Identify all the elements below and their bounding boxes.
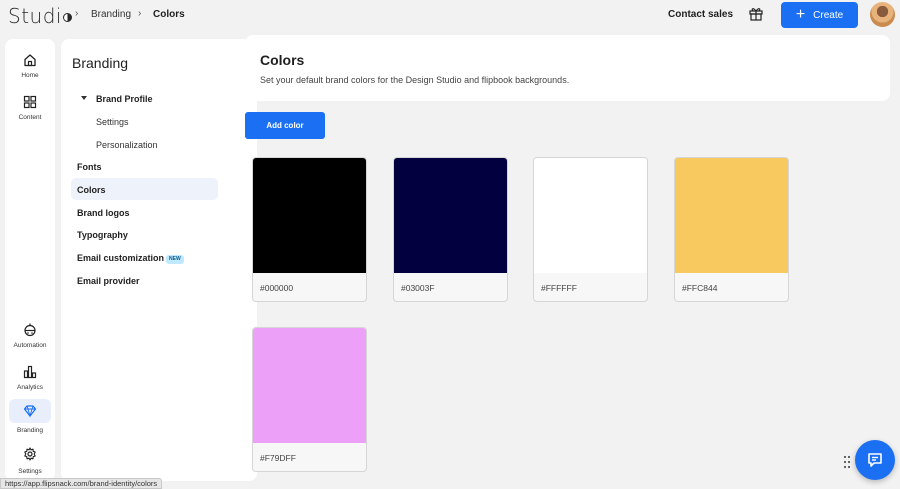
grid-icon <box>23 95 37 109</box>
nav-personalization[interactable]: Personalization <box>96 140 158 150</box>
color-hex-label: #000000 <box>260 283 294 293</box>
nav-brand-profile[interactable]: Brand Profile <box>96 94 153 104</box>
color-swatch-fill <box>253 158 366 273</box>
page-description: Set your default brand colors for the De… <box>260 75 570 85</box>
rail-label: Automation <box>13 342 47 349</box>
color-swatch[interactable]: #FFFFFF <box>533 157 648 302</box>
robot-icon <box>24 323 36 337</box>
rail-item-analytics[interactable]: Analytics <box>5 360 55 391</box>
create-button-label: Create <box>813 9 844 21</box>
nav-fonts[interactable]: Fonts <box>77 162 102 172</box>
status-bar-url: https://app.flipsnack.com/brand-identity… <box>0 478 163 489</box>
logo-mark-icon <box>62 13 72 22</box>
page-title: Colors <box>260 52 305 68</box>
rail-item-automation[interactable]: Automation <box>5 318 55 349</box>
color-hex-label: #03003F <box>401 283 435 293</box>
chat-icon <box>868 453 882 467</box>
color-swatch[interactable]: #03003F <box>393 157 508 302</box>
new-badge: NEW <box>166 255 184 264</box>
rail-item-settings[interactable]: Settings <box>5 442 55 475</box>
branding-subnav: Branding Brand Profile Settings Personal… <box>61 39 257 481</box>
page-header-card: Colors Set your default brand colors for… <box>245 35 890 101</box>
color-swatch-fill <box>534 158 647 273</box>
nav-brand-logos[interactable]: Brand logos <box>77 208 130 218</box>
color-swatch-fill <box>394 158 507 273</box>
color-hex-label: #F79DFF <box>260 453 296 463</box>
nav-colors[interactable]: Colors <box>77 185 106 195</box>
add-color-button[interactable]: Add color <box>245 112 325 139</box>
gift-icon[interactable] <box>749 6 763 21</box>
studio-logo[interactable]: Studi <box>8 4 72 28</box>
diamond-icon <box>23 405 37 418</box>
top-bar: Studi › Branding › Colors Contact sales … <box>0 0 900 30</box>
home-icon <box>24 54 36 67</box>
subnav-title: Branding <box>72 55 129 71</box>
gear-icon <box>24 447 36 461</box>
rail-item-home[interactable]: Home <box>5 48 55 79</box>
color-swatch-fill <box>675 158 788 273</box>
nav-email-customization[interactable]: Email customization <box>77 253 164 263</box>
rail-label: Home <box>21 72 39 79</box>
rail-item-content[interactable]: Content <box>5 90 55 121</box>
breadcrumb-branding[interactable]: Branding <box>91 9 131 20</box>
plus-icon: + <box>795 6 806 23</box>
color-swatch[interactable]: #FFC844 <box>674 157 789 302</box>
nav-typography[interactable]: Typography <box>77 230 128 240</box>
chat-button[interactable] <box>855 440 895 480</box>
user-avatar[interactable] <box>870 2 895 27</box>
left-rail: Home Content Automation Analytics Brandi… <box>5 39 55 481</box>
rail-label: Analytics <box>16 384 43 391</box>
chevron-right-icon: › <box>75 8 79 19</box>
rail-label: Settings <box>18 468 42 475</box>
bar-chart-icon <box>23 365 37 379</box>
logo-text: Studi <box>8 4 62 28</box>
color-swatch[interactable]: #F79DFF <box>252 327 367 472</box>
chevron-right-icon: › <box>138 8 142 19</box>
breadcrumb-colors: Colors <box>153 9 185 20</box>
drag-handle-icon[interactable] <box>843 455 851 469</box>
rail-label: Branding <box>16 427 44 434</box>
rail-item-branding[interactable]: Branding <box>5 399 55 434</box>
nav-email-provider[interactable]: Email provider <box>77 276 140 286</box>
color-hex-label: #FFFFFF <box>541 283 577 293</box>
color-swatch-fill <box>253 328 366 443</box>
nav-settings[interactable]: Settings <box>96 117 129 127</box>
caret-down-icon[interactable] <box>81 96 87 100</box>
color-swatch[interactable]: #000000 <box>252 157 367 302</box>
create-button[interactable]: + Create <box>781 2 858 28</box>
color-hex-label: #FFC844 <box>682 283 718 293</box>
rail-label: Content <box>18 114 42 121</box>
contact-sales-link[interactable]: Contact sales <box>668 9 733 20</box>
